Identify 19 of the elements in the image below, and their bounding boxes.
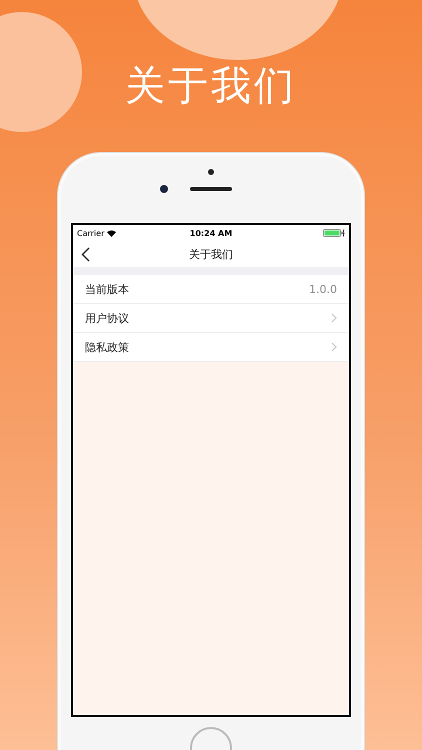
settings-row[interactable]: 当前版本 1.0.0 (73, 275, 349, 304)
chevron-right-icon (331, 342, 337, 352)
carrier-label: Carrier (77, 228, 104, 238)
row-label: 隐私政策 (85, 340, 130, 354)
status-time: 10:24 AM (190, 228, 232, 238)
row-label: 当前版本 (85, 282, 130, 296)
wifi-icon (107, 230, 116, 236)
sensor-dot (208, 169, 214, 175)
camera-lens (160, 185, 168, 193)
settings-row[interactable]: 隐私政策 (73, 333, 349, 362)
settings-row[interactable]: 用户协议 (73, 304, 349, 333)
battery-icon (323, 229, 345, 237)
headline: 关于我们 (125, 62, 297, 110)
row-label: 用户协议 (85, 310, 130, 326)
chevron-right-icon (331, 313, 337, 323)
version-value: 1.0.0 (309, 282, 337, 296)
back-icon[interactable] (81, 247, 90, 262)
nav-title: 关于我们 (189, 246, 233, 262)
speaker-grille (190, 187, 232, 191)
